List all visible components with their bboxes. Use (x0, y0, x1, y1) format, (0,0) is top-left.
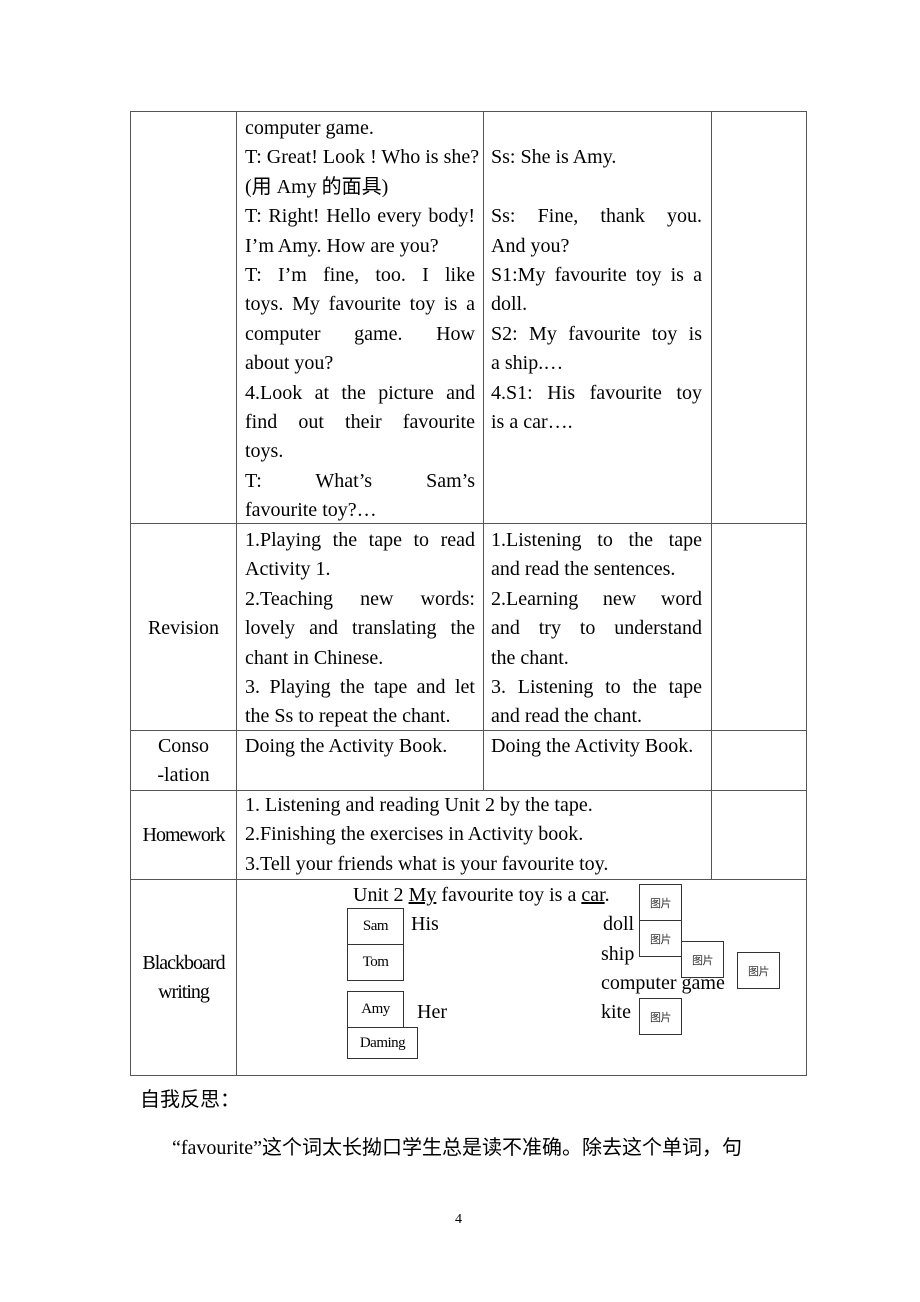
document-page: computer game. T: Great! Look ! Who is sh… (0, 0, 920, 1302)
title-text: . (604, 884, 610, 906)
student-activity-cell: Doing the Activity Book. (491, 732, 702, 761)
text-line: favourite toy?… (245, 499, 377, 522)
his-label: His (411, 913, 439, 935)
text-line: 1.Playing the tape to read (245, 529, 475, 551)
page-number: 4 (455, 1212, 462, 1227)
homework-cell: 1. Listening and reading Unit 2 by the t… (245, 791, 705, 879)
text-line: a ship.… (491, 352, 564, 375)
text-line: Doing the Activity Book. (491, 735, 694, 757)
title-car: car (581, 884, 605, 906)
text-line: computer game. How (245, 322, 475, 345)
teacher-activity-cell: Doing the Activity Book. (245, 732, 475, 761)
text-line (491, 173, 702, 202)
toy-doll: doll (603, 913, 635, 935)
reflection-text: “favourite”这个词太长拗口学生总是读不准确。除去这个单词，句 (172, 1137, 742, 1159)
name-card-tom: Tom (347, 944, 404, 981)
title-my: My (408, 884, 437, 906)
text-line: 4.Look at the picture and (245, 381, 475, 404)
label-line: -lation (157, 764, 210, 787)
text-line (491, 114, 702, 143)
text-line: computer game. (245, 117, 374, 139)
text-line: Ss: She is Amy. (491, 146, 617, 169)
label-line: Conso (157, 735, 210, 757)
text-line: is a car…. (491, 410, 573, 433)
picture-placeholder: 图片 (639, 998, 682, 1035)
picture-placeholder: 图片 (639, 884, 682, 921)
text-line: 2.Learning new word (491, 587, 702, 610)
name-card-sam: Sam (347, 908, 404, 945)
text-line: T: I’m fine, too. I like (245, 263, 475, 286)
text-line: 4.S1: His favourite toy (491, 381, 702, 404)
title-text: Unit 2 (353, 884, 409, 906)
text-line: toys. (245, 440, 284, 463)
picture-placeholder: 图片 (639, 920, 682, 957)
table-border (130, 1075, 807, 1076)
title-text: favourite toy is a (436, 884, 582, 906)
row-label-blackboard: Blackboard writing (131, 949, 236, 1008)
label-line: Blackboard (142, 952, 225, 974)
text-line: and read the sentences. (491, 558, 676, 581)
blackboard-title: Unit 2 My favourite toy is a car. (353, 883, 610, 907)
text-line: toys. My favourite toy is a (245, 293, 475, 316)
text-line: 3. Listening to the tape (491, 675, 702, 698)
picture-placeholder: 图片 (681, 941, 724, 978)
student-activity-cell: Ss: She is Amy. Ss: Fine, thank you. And y… (491, 114, 702, 437)
text-line: and try to understand (491, 617, 702, 640)
text-line: about you? (245, 352, 334, 375)
text-line: 2.Teaching new words: (245, 587, 475, 610)
table-border (236, 111, 237, 1076)
table-border (711, 111, 712, 879)
text-line: the Ss to repeat the chant. (245, 705, 451, 728)
text-line: lovely and translating the (245, 617, 475, 640)
text-line: T: Great! Look ! Who is she? (245, 146, 480, 169)
her-label: Her (417, 1001, 447, 1023)
text-line: find out their favourite (245, 410, 475, 433)
text-line: T: Right! Hello every body! (245, 205, 475, 228)
homework-item: 3.Tell your friends what is your favouri… (245, 852, 609, 875)
text-line: chant in Chinese. (245, 646, 384, 669)
teacher-activity-cell: computer game. T: Great! Look ! Who is sh… (245, 114, 480, 525)
picture-placeholder: 图片 (737, 952, 780, 989)
table-border (130, 111, 807, 112)
name-card-amy: Amy (347, 991, 404, 1028)
text-line: S1:My favourite toy is a (491, 263, 702, 286)
teacher-activity-cell: 1.Playing the tape to read Activity 1. 2.T… (245, 526, 475, 732)
table-border (483, 111, 484, 790)
row-label-consolidation: Conso -lation (131, 732, 236, 791)
table-border (130, 111, 131, 1076)
text-line: and read the chant. (491, 705, 643, 728)
homework-item: 1. Listening and reading Unit 2 by the t… (245, 794, 593, 816)
text-line: 3. Playing the tape and let (245, 675, 475, 698)
text-line: Ss: Fine, thank you. (491, 205, 702, 228)
text-line: doll. (491, 293, 528, 316)
text-line: (用 Amy 的面具) (245, 175, 389, 198)
row-label-revision: Revision (147, 617, 220, 639)
label-line: writing (158, 981, 210, 1004)
text-line: the chant. (491, 646, 569, 669)
text-line: Doing the Activity Book. (245, 735, 448, 757)
toy-kite: kite (601, 1001, 631, 1023)
text-line: And you? (491, 234, 570, 257)
name-card-daming: Daming (347, 1027, 418, 1059)
homework-item: 2.Finishing the exercises in Activity bo… (245, 823, 584, 846)
row-label-homework: Homework (142, 824, 226, 846)
text-line: 1.Listening to the tape (491, 529, 702, 551)
text-line: Activity 1. (245, 558, 331, 581)
table-border (806, 111, 807, 1076)
text-line: S2: My favourite toy is (491, 322, 702, 345)
reflection-heading: 自我反思： (140, 1089, 240, 1111)
student-activity-cell: 1.Listening to the tape and read the sent… (491, 526, 702, 732)
toy-ship: ship (601, 943, 635, 965)
text-line: T: What’s Sam’s (245, 469, 475, 492)
text-line: I’m Amy. How are you? (245, 234, 439, 257)
